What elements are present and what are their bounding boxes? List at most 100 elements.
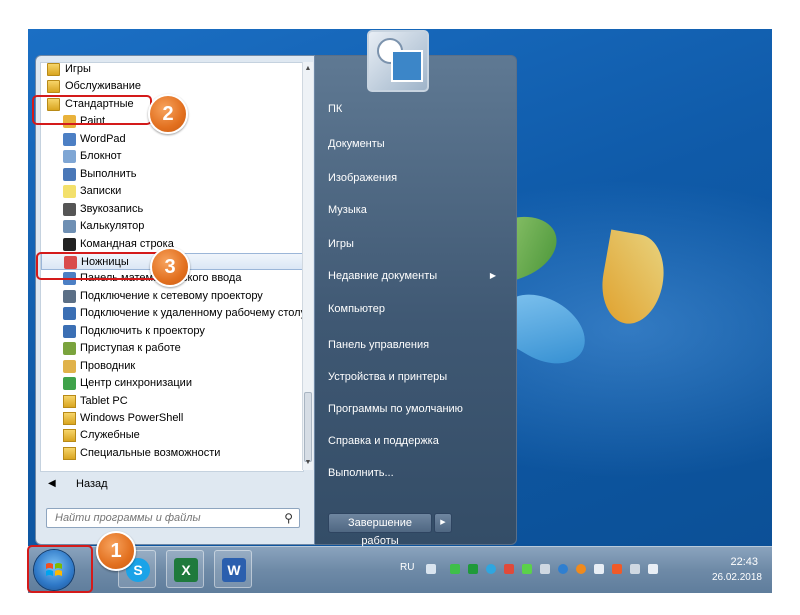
program-item[interactable]: Приступая к работе [41,340,303,357]
program-item-label: Windows PowerShell [80,412,184,424]
program-item-label: Обслуживание [65,80,141,93]
program-item[interactable]: Записки [41,183,303,200]
program-item[interactable]: Tablet PC [41,393,303,410]
program-item[interactable]: Windows PowerShell [41,410,303,427]
language-indicator[interactable]: RU [400,562,414,573]
right-pane-item-label: Музыка [328,204,367,216]
right-pane-item-label: ПК [328,103,343,115]
search-box[interactable]: ⚲ [46,508,300,528]
system-tray: RU 22:43 26.02.2018 [368,550,766,590]
program-item[interactable]: Блокнот [41,148,303,165]
right-pane-item-label: Справка и поддержка [328,435,439,447]
back-label: Назад [76,478,108,490]
excel-icon: X [174,558,198,582]
back-button[interactable]: ◀ Назад [40,474,302,494]
shutdown-button[interactable]: Завершение работы [328,513,432,547]
program-item[interactable]: Игры [41,63,303,78]
word-icon: W [222,558,246,582]
right-pane-item-label: Компьютер [328,303,385,315]
explorer-icon [63,359,76,373]
shutdown-options-arrow-icon[interactable]: ▶ [434,513,452,533]
right-pane-item[interactable]: Панель управления [328,334,508,356]
program-item[interactable]: Звукозапись [41,201,303,218]
program-item[interactable]: Подключение к сетевому проектору [41,288,303,305]
program-item[interactable]: Специальные возможности [41,445,303,462]
right-pane-item[interactable]: Недавние документы ▶ [328,265,508,287]
program-item-label: WordPad [80,132,126,145]
telegram-icon[interactable] [486,564,496,574]
right-pane-item-label: Выполнить... [328,467,394,479]
right-pane-item[interactable]: Документы [328,133,508,155]
program-item-label: Tablet PC [80,394,128,407]
program-item-label: Игры [65,63,91,75]
signal-icon[interactable] [540,564,550,574]
program-list-scrollbar[interactable]: ▲ ▼ [302,62,313,470]
run-icon [63,167,76,181]
clock-time[interactable]: 22:43 [730,556,758,568]
search-icon[interactable]: ⚲ [284,511,293,525]
program-item[interactable]: Центр синхронизации [41,375,303,392]
callout-2: 2 [148,94,188,134]
getting-started-icon [63,342,76,356]
program-item-label: Специальные возможности [80,446,221,459]
tray-app-icon[interactable] [504,564,514,574]
picture-frame-icon [391,50,423,82]
program-item-label: Подключение к сетевому проектору [80,289,263,302]
clock-date[interactable]: 26.02.2018 [712,572,762,583]
right-pane-item[interactable]: Игры [328,233,508,255]
tray-app-icon[interactable] [576,564,586,574]
program-item-label: Подключение к удаленному рабочему столу [80,307,303,320]
scroll-down-arrow-icon[interactable]: ▼ [303,456,313,470]
remote-desktop-icon [63,307,76,321]
program-item[interactable]: Калькулятор [41,218,303,235]
program-item[interactable]: Обслуживание [41,78,303,95]
tray-app-icon[interactable] [558,564,568,574]
network-icon[interactable] [630,564,640,574]
keyboard-icon[interactable] [426,564,436,574]
scroll-thumb[interactable] [304,392,312,462]
program-item[interactable]: Служебные [41,427,303,444]
folder-icon [63,412,76,425]
word-taskbar-button[interactable]: W [214,550,252,588]
right-pane-item[interactable]: Компьютер [328,298,508,320]
program-item[interactable]: Подключение к удаленному рабочему столу [41,305,303,322]
scroll-up-arrow-icon[interactable]: ▲ [303,62,313,76]
program-item[interactable]: Выполнить [41,166,303,183]
user-picture[interactable] [367,30,429,92]
start-menu-right-pane: ПК Документы Изображения Музыка Игры Недавние… [315,55,517,545]
right-pane-item-label: Изображения [328,172,398,184]
search-input[interactable] [47,509,275,527]
right-pane-item-label: Панель управления [328,339,430,351]
folder-icon [63,429,76,443]
right-pane-item[interactable]: Справка и поддержка [328,430,508,452]
notepad-icon [63,150,76,164]
network-projector-icon [63,289,76,303]
right-pane-item[interactable]: Выполнить... [328,462,508,484]
program-item[interactable]: Проводник [41,358,303,375]
sync-center-icon [63,377,76,391]
folder-icon [63,394,76,408]
back-arrow-icon: ◀ [48,478,56,489]
program-item-label: Центр синхронизации [80,377,192,390]
right-pane-item[interactable]: Программы по умолчанию [328,398,508,420]
sticky-notes-icon [63,185,76,199]
tray-app-icon[interactable] [522,564,532,574]
tray-app-icon[interactable] [612,564,622,574]
excel-taskbar-button[interactable]: X [166,550,204,588]
right-pane-item[interactable]: Изображения [328,167,508,189]
right-pane-item[interactable]: Музыка [328,199,508,221]
program-item[interactable]: Подключить к проектору [41,323,303,340]
action-center-flag-icon[interactable] [594,564,604,574]
program-item-label: Проводник [80,359,136,372]
volume-icon[interactable] [648,564,658,574]
right-pane-item[interactable]: Устройства и принтеры [328,366,508,388]
program-item-label: Калькулятор [80,220,145,233]
right-pane-item-label: Недавние документы [328,270,438,282]
submenu-arrow-icon: ▶ [489,271,496,280]
taskbar: SXW RU 22:43 26.02.2018 [28,546,772,593]
tray-app-icon[interactable] [468,564,478,574]
right-pane-item[interactable]: ПК [328,98,508,120]
right-pane-item-label: Документы [328,138,385,150]
right-pane-item-label: Программы по умолчанию [328,403,463,415]
tray-app-icon[interactable] [450,564,460,574]
